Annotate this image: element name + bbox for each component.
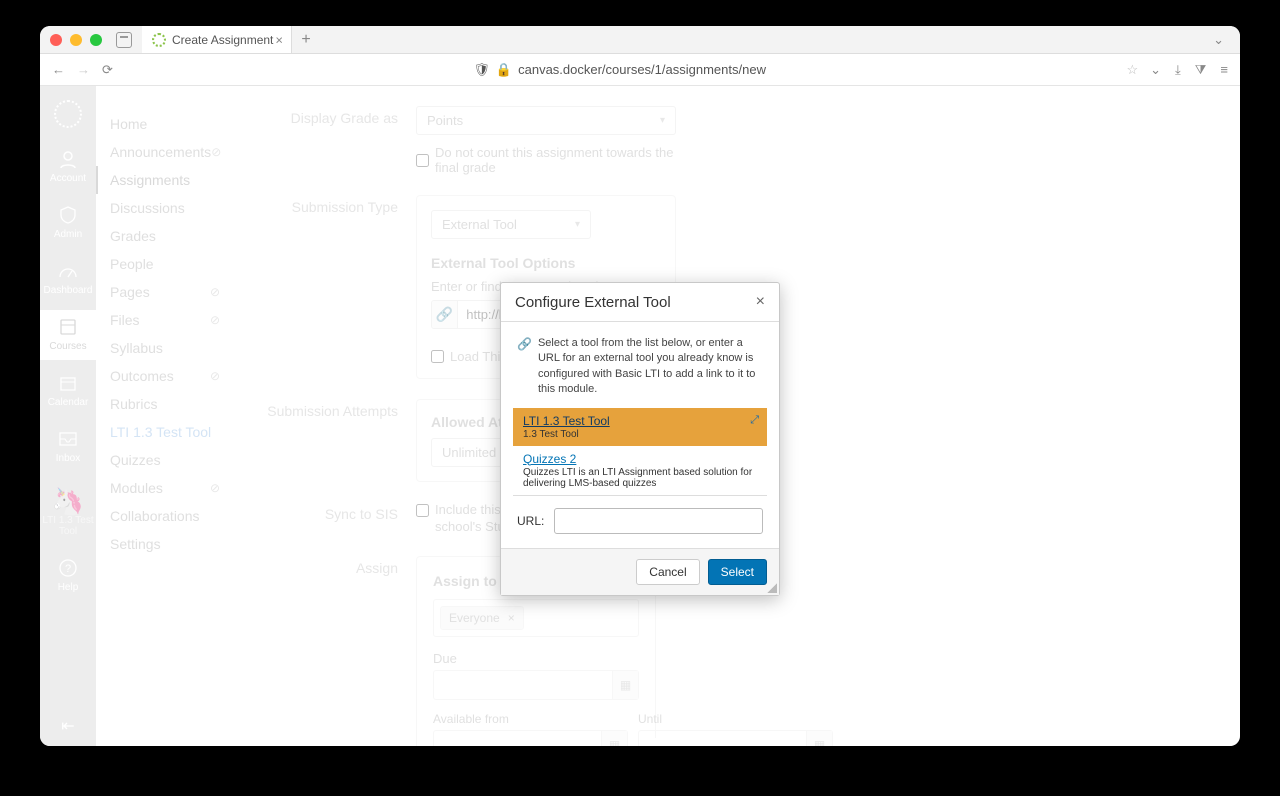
tool-name: LTI 1.3 Test Tool — [523, 414, 757, 428]
url-text: canvas.docker/courses/1/assignments/new — [518, 62, 766, 77]
sidebar-toggle-icon[interactable] — [116, 32, 132, 48]
minimize-window-button[interactable] — [70, 34, 82, 46]
browser-tab[interactable]: Create Assignment × — [142, 26, 292, 53]
link-icon: 🔗 — [517, 336, 532, 398]
pocket-icon[interactable]: ⌄ — [1150, 62, 1161, 78]
tool-list: LTI 1.3 Test Tool 1.3 Test Tool ⤢ Quizze… — [513, 408, 767, 496]
expand-icon[interactable]: ⤢ — [750, 414, 759, 427]
maximize-window-button[interactable] — [90, 34, 102, 46]
window-controls — [50, 34, 102, 46]
menu-icon[interactable]: ≡ — [1220, 62, 1228, 77]
app-body: Account Admin Dashboard Courses Calendar… — [40, 86, 1240, 746]
modal-title: Configure External Tool — [515, 294, 671, 311]
tab-overflow-icon[interactable]: ⌄ — [1213, 32, 1230, 48]
forward-button[interactable]: → — [77, 62, 90, 77]
cancel-button[interactable]: Cancel — [636, 559, 699, 585]
reload-button[interactable]: ⟳ — [102, 62, 113, 78]
new-tab-button[interactable]: + — [292, 31, 320, 49]
browser-window: Create Assignment × + ⌄ ← → ⟳ 🛡 🔒 canvas… — [40, 26, 1240, 746]
close-icon[interactable]: × — [756, 293, 765, 311]
titlebar: Create Assignment × + ⌄ — [40, 26, 1240, 54]
modal-url-label: URL: — [517, 514, 544, 528]
select-button[interactable]: Select — [708, 559, 767, 585]
extensions-icon[interactable]: ⧩ — [1195, 62, 1207, 78]
back-button[interactable]: ← — [52, 62, 65, 77]
canvas-favicon-icon — [152, 33, 166, 47]
shield-icon: 🛡 — [473, 62, 490, 78]
tool-item-quizzes2[interactable]: Quizzes 2 Quizzes LTI is an LTI Assignme… — [513, 446, 767, 495]
lock-icon: 🔒 — [496, 62, 512, 78]
close-tab-icon[interactable]: × — [275, 32, 283, 47]
tool-name: Quizzes 2 — [523, 452, 757, 466]
modal-url-input[interactable] — [554, 508, 763, 534]
configure-external-tool-modal: Configure External Tool × 🔗 Select a too… — [500, 282, 780, 596]
tool-desc: Quizzes LTI is an LTI Assignment based s… — [523, 467, 757, 489]
modal-hint: Select a tool from the list below, or en… — [538, 336, 763, 398]
close-window-button[interactable] — [50, 34, 62, 46]
tab-title: Create Assignment — [172, 33, 273, 47]
tool-item-lti13[interactable]: LTI 1.3 Test Tool 1.3 Test Tool ⤢ — [513, 408, 767, 446]
address-field[interactable]: 🛡 🔒 canvas.docker/courses/1/assignments/… — [125, 62, 1115, 78]
downloads-icon[interactable]: ⤓ — [1175, 62, 1181, 78]
url-bar: ← → ⟳ 🛡 🔒 canvas.docker/courses/1/assign… — [40, 54, 1240, 86]
bookmark-star-icon[interactable]: ☆ — [1126, 62, 1138, 78]
tool-desc: 1.3 Test Tool — [523, 429, 757, 440]
resize-handle[interactable] — [767, 583, 777, 593]
